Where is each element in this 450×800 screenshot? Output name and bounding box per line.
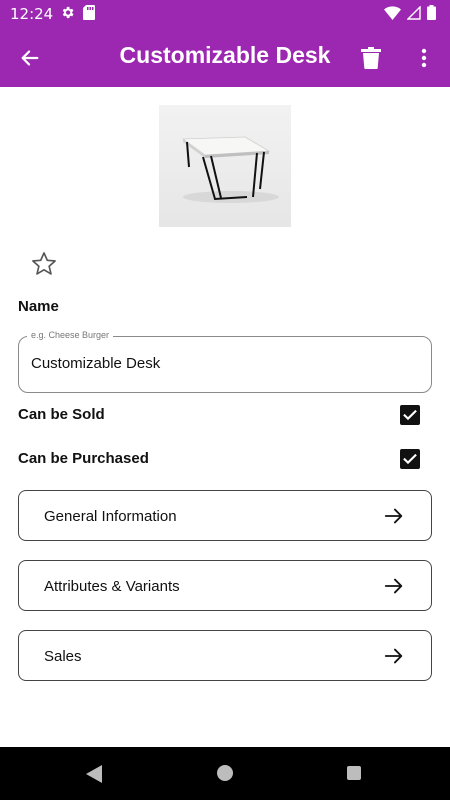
gear-icon bbox=[60, 5, 75, 25]
desk-image[interactable] bbox=[159, 105, 291, 227]
can-be-sold-checkbox[interactable] bbox=[400, 405, 420, 425]
more-options-button[interactable] bbox=[410, 42, 438, 74]
app-bar: Customizable Desk bbox=[0, 28, 450, 87]
back-button[interactable] bbox=[14, 42, 46, 74]
more-vert-icon bbox=[421, 48, 427, 68]
can-be-sold-label: Can be Sold bbox=[18, 406, 105, 423]
general-information-button[interactable]: General Information bbox=[18, 490, 432, 541]
star-outline-icon[interactable] bbox=[30, 250, 58, 278]
sales-label: Sales bbox=[44, 648, 82, 665]
back-arrow-icon bbox=[21, 50, 39, 66]
name-label: Name bbox=[18, 298, 59, 315]
sd-card-icon bbox=[83, 5, 95, 25]
check-icon bbox=[403, 409, 417, 421]
arrow-right-icon bbox=[384, 508, 403, 524]
status-time: 12:24 bbox=[10, 5, 54, 23]
system-navigation-bar bbox=[0, 747, 450, 800]
can-be-purchased-label: Can be Purchased bbox=[18, 450, 149, 467]
attributes-variants-label: Attributes & Variants bbox=[44, 578, 180, 595]
status-right-icons bbox=[384, 4, 436, 25]
attributes-variants-button[interactable]: Attributes & Variants bbox=[18, 560, 432, 611]
arrow-right-icon bbox=[384, 578, 403, 594]
status-left-icons bbox=[60, 5, 95, 25]
status-bar: 12:24 bbox=[0, 0, 450, 28]
delete-icon bbox=[361, 47, 381, 69]
can-be-purchased-checkbox[interactable] bbox=[400, 449, 420, 469]
nav-back-icon[interactable] bbox=[86, 765, 102, 788]
name-field[interactable]: e.g. Cheese Burger bbox=[18, 330, 432, 393]
general-information-label: General Information bbox=[44, 508, 177, 525]
wifi-icon bbox=[384, 5, 401, 25]
sales-button[interactable]: Sales bbox=[18, 630, 432, 681]
delete-button[interactable] bbox=[356, 42, 386, 74]
name-field-hint: e.g. Cheese Burger bbox=[27, 330, 114, 340]
can-be-sold-row: Can be Sold bbox=[18, 403, 432, 427]
check-icon bbox=[403, 453, 417, 465]
signal-icon bbox=[406, 4, 421, 25]
can-be-purchased-row: Can be Purchased bbox=[18, 447, 432, 471]
battery-icon bbox=[427, 5, 436, 25]
arrow-right-icon bbox=[384, 648, 403, 664]
nav-recents-icon[interactable] bbox=[347, 766, 361, 780]
nav-home-icon[interactable] bbox=[217, 765, 233, 781]
name-input[interactable] bbox=[31, 355, 411, 372]
